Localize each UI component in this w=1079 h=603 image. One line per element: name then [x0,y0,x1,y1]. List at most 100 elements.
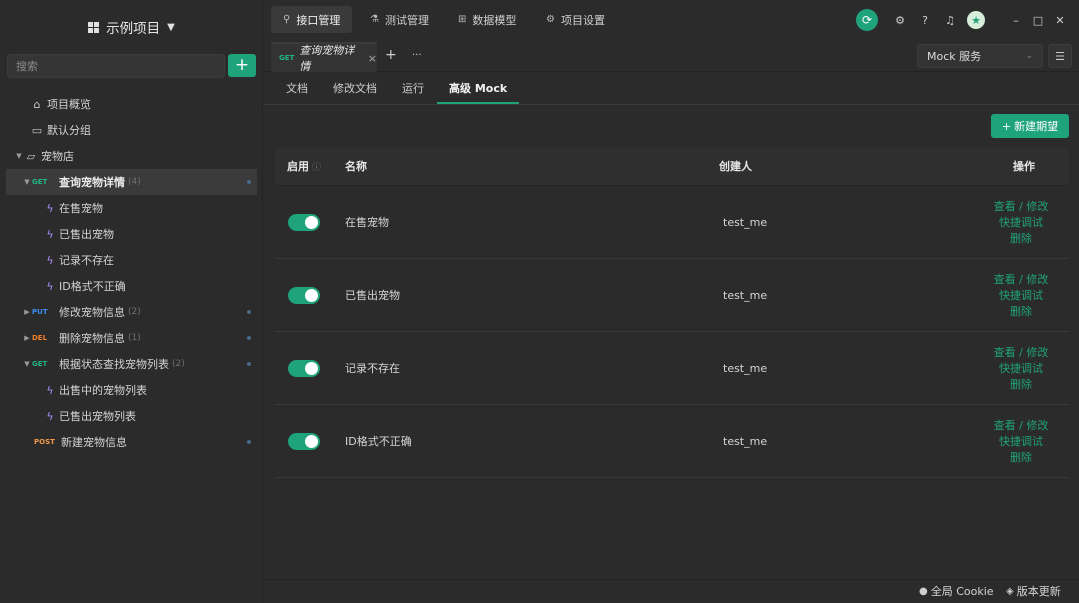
new-tab-icon[interactable]: + [385,47,397,63]
more-tabs-icon[interactable]: ··· [412,50,422,61]
mock-service-select[interactable]: Mock 服务 ⌄ [917,44,1043,68]
avatar[interactable]: ★ [967,11,985,29]
sidebar-item-case[interactable]: ϟ 已售出宠物 [0,221,263,247]
sidebar-item-pet-store[interactable]: ▼ ▱ 宠物店 [0,143,263,169]
sidebar-item-case[interactable]: ϟ 出售中的宠物列表 [0,377,263,403]
search-wrap [7,54,225,78]
row-name: 已售出宠物 [345,289,400,302]
bank-icon: ⌂ [33,97,41,111]
gear-icon: ⚙ [546,14,555,25]
status-dot [247,310,251,314]
close-icon[interactable]: ✕ [1051,12,1069,28]
tab-data-model[interactable]: ⊞ 数据模型 [446,6,528,33]
expectations-table: 启用 ⓘ 名称 创建人 操作 在售宠物 test_me 查看 / 修改 快捷调试 … [275,148,1069,478]
sidebar-item-label: 修改宠物信息 [59,306,125,319]
cookie-icon: ● [919,586,928,597]
quick-debug-link[interactable]: 快捷调试 [991,215,1051,231]
tab-project-settings[interactable]: ⚙ 项目设置 [534,6,617,33]
new-expectation-button[interactable]: + 新建期望 [991,114,1069,138]
row-creator: test_me [723,362,768,375]
tab-edit-doc[interactable]: 修改文档 [333,72,377,104]
collapse-arrow-icon[interactable]: ▶ [22,308,32,316]
close-tab-icon[interactable]: × [368,52,377,65]
row-creator: test_me [723,289,768,302]
tab-api-management[interactable]: ⚲ 接口管理 [271,6,353,33]
enable-toggle[interactable] [288,287,320,304]
sidebar-item-label: 已售出宠物 [59,228,114,241]
expand-arrow-icon[interactable]: ▼ [22,360,32,368]
bolt-icon: ϟ [46,253,54,267]
sidebar-item-case[interactable]: ϟ 记录不存在 [0,247,263,273]
sidebar-item-case[interactable]: ϟ 已售出宠物列表 [0,403,263,429]
bolt-icon: ϟ [46,227,54,241]
list-icon[interactable]: ☰ [1048,44,1072,68]
doc-tab-title: 查询宠物详情 [299,44,355,73]
toggle-knob [305,435,318,448]
sidebar-item-label: ID格式不正确 [59,280,126,293]
tab-test-management[interactable]: ⚗ 测试管理 [358,6,441,33]
sidebar-item-overview[interactable]: ⌂ 项目概览 [0,91,263,117]
header-enable-label: 启用 [287,160,309,173]
bolt-icon: ϟ [46,201,54,215]
api-tree: ⌂ 项目概览 ▭ 默认分组 ▼ ▱ 宠物店 ▼ GET 查询宠物详情 (4) ϟ [0,91,263,455]
delete-link[interactable]: 删除 [991,377,1051,393]
sub-tabs: 文档 修改文档 运行 高级 Mock [263,72,1079,105]
version-update-button[interactable]: ◈ 版本更新 [1006,580,1061,603]
collapse-arrow-icon[interactable]: ▶ [22,334,32,342]
enable-toggle[interactable] [288,360,320,377]
sidebar-item-case[interactable]: ϟ 在售宠物 [0,195,263,221]
sidebar-item-del-pet[interactable]: ▶ DEL 删除宠物信息 (1) [0,325,263,351]
quick-debug-link[interactable]: 快捷调试 [991,361,1051,377]
header-enable: 启用 ⓘ [287,148,321,187]
add-button[interactable]: + [228,54,256,77]
global-cookie-button[interactable]: ● 全局 Cookie [919,580,994,603]
expand-arrow-icon[interactable]: ▼ [14,152,24,160]
sidebar-item-post-pet[interactable]: POST 新建宠物信息 [0,429,263,455]
search-input[interactable] [7,54,225,78]
table-row: 已售出宠物 test_me 查看 / 修改 快捷调试 删除 [275,259,1069,332]
view-edit-link[interactable]: 查看 / 修改 [991,272,1051,288]
help-icon[interactable]: ⓘ [312,163,321,173]
sidebar-item-get-pet-detail[interactable]: ▼ GET 查询宠物详情 (4) [6,169,257,195]
update-icon: ◈ [1006,586,1014,597]
maximize-icon[interactable]: □ [1029,12,1047,28]
view-edit-link[interactable]: 查看 / 修改 [991,199,1051,215]
view-edit-link[interactable]: 查看 / 修改 [991,345,1051,361]
doc-tab-get-pet-detail[interactable]: GET 查询宠物详情 × [271,42,377,73]
tab-run[interactable]: 运行 [402,72,424,104]
row-ops: 查看 / 修改 快捷调试 删除 [991,418,1051,466]
delete-link[interactable]: 删除 [991,450,1051,466]
project-switcher[interactable]: 示例项目 ▼ [0,14,263,40]
toggle-knob [305,216,318,229]
sidebar: 示例项目 ▼ + ⌂ 项目概览 ▭ 默认分组 ▼ ▱ 宠物店 ▼ GET [0,0,263,603]
hierarchy-icon: ⊞ [458,14,467,25]
settings-icon[interactable]: ⚙ [892,12,908,28]
sidebar-item-get-by-status[interactable]: ▼ GET 根据状态查找宠物列表 (2) [0,351,263,377]
enable-toggle[interactable] [288,214,320,231]
tab-advanced-mock[interactable]: 高级 Mock [437,72,520,104]
row-ops: 查看 / 修改 快捷调试 删除 [991,199,1051,247]
tab-doc[interactable]: 文档 [286,72,308,104]
tab-label: 接口管理 [296,13,341,27]
grid-icon [88,21,100,33]
sidebar-item-label: 新建宠物信息 [61,436,127,449]
quick-debug-link[interactable]: 快捷调试 [991,434,1051,450]
view-edit-link[interactable]: 查看 / 修改 [991,418,1051,434]
sidebar-item-put-pet[interactable]: ▶ PUT 修改宠物信息 (2) [0,299,263,325]
delete-link[interactable]: 删除 [991,304,1051,320]
row-name: 记录不存在 [345,362,400,375]
delete-link[interactable]: 删除 [991,231,1051,247]
minimize-icon[interactable]: – [1007,12,1025,28]
new-expectation-label: 新建期望 [1014,120,1059,133]
sidebar-item-case[interactable]: ϟ ID格式不正确 [0,273,263,299]
status-dot [247,440,251,444]
help-icon[interactable]: ? [917,12,933,28]
sidebar-item-default-group[interactable]: ▭ 默认分组 [0,117,263,143]
expand-arrow-icon[interactable]: ▼ [22,178,32,186]
quick-debug-link[interactable]: 快捷调试 [991,288,1051,304]
bell-icon[interactable]: ♫ [942,12,958,28]
sync-icon[interactable]: ⟳ [856,9,878,31]
enable-toggle[interactable] [288,433,320,450]
method-badge: GET [32,178,48,186]
row-creator: test_me [723,435,768,448]
